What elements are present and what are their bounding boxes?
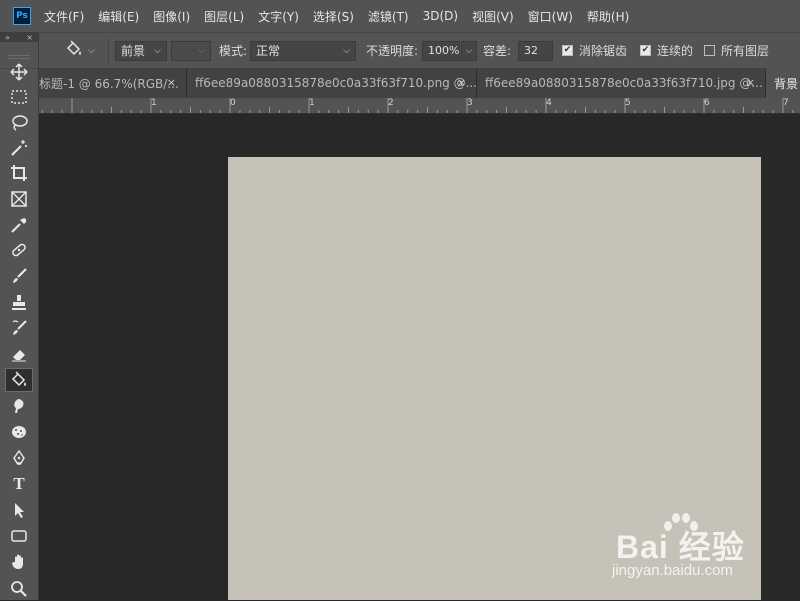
marquee-tool-icon[interactable] bbox=[5, 85, 33, 109]
all-layers-label: 所有图层 bbox=[721, 44, 770, 58]
chevron-down-icon: ⌵ bbox=[154, 45, 161, 56]
chevron-down-icon: ⌵ bbox=[198, 45, 205, 56]
menu-view[interactable]: 视图(V) bbox=[465, 8, 521, 25]
tab-label: ff6ee89a0880315878e0c0a33f63f710.png @..… bbox=[195, 76, 477, 90]
blend-mode-dropdown[interactable]: 正常 ⌵ bbox=[250, 40, 356, 61]
pen-tool-icon[interactable] bbox=[5, 446, 33, 470]
fill-source-value: 前景 bbox=[121, 44, 146, 58]
menu-window[interactable]: 窗口(W) bbox=[521, 8, 580, 25]
ruler-label: 4 bbox=[546, 98, 552, 108]
ruler-label: 0 bbox=[230, 98, 236, 108]
anti-alias-checkbox[interactable]: ✔ bbox=[562, 45, 573, 56]
ruler-label: 1 bbox=[309, 98, 315, 108]
document-tab-bar: 标题-1 @ 66.7%(RGB/... × ff6ee89a088031587… bbox=[39, 68, 800, 98]
tab-document-active[interactable]: 背景 bbox=[766, 68, 800, 98]
contiguous-label: 连续的 bbox=[657, 44, 694, 58]
tab-label: 背景 bbox=[774, 76, 799, 91]
menu-filter[interactable]: 滤镜(T) bbox=[361, 8, 416, 25]
menu-bar: Ps 文件(F) 编辑(E) 图像(I) 图层(L) 文字(Y) 选择(S) 滤… bbox=[0, 0, 800, 32]
crop-tool-icon[interactable] bbox=[5, 161, 33, 185]
healing-tool-icon[interactable] bbox=[5, 238, 33, 262]
brush-tool-icon[interactable] bbox=[5, 264, 33, 288]
ruler-label: 3 bbox=[467, 98, 473, 108]
blend-mode-value: 正常 bbox=[256, 44, 281, 58]
pattern-picker[interactable]: ⌵ bbox=[171, 40, 211, 61]
close-icon[interactable]: × bbox=[167, 76, 176, 89]
opacity-dropdown-button[interactable]: ⌵ bbox=[461, 40, 477, 61]
frame-tool-icon[interactable] bbox=[5, 187, 33, 211]
ruler-label: 2 bbox=[388, 98, 394, 108]
eyedropper-tool-icon[interactable] bbox=[5, 213, 33, 237]
path-selection-tool-icon[interactable] bbox=[5, 498, 33, 522]
ruler-label: 6 bbox=[704, 98, 710, 108]
type-tool-icon[interactable]: T bbox=[5, 472, 33, 496]
options-bar: ⌵ 前景 ⌵ ⌵ 模式: 正常 ⌵ 不透明度: 100% ⌵ 容差: 32 ✔ … bbox=[0, 32, 800, 68]
zoom-tool-icon[interactable] bbox=[5, 577, 33, 601]
separator bbox=[108, 39, 109, 63]
chevron-down-icon: ⌵ bbox=[88, 45, 95, 56]
contiguous-checkbox[interactable]: ✔ bbox=[640, 45, 651, 56]
eraser-tool-icon[interactable] bbox=[5, 342, 33, 366]
rectangle-tool-icon[interactable] bbox=[5, 524, 33, 548]
mode-label: 模式: bbox=[219, 44, 248, 58]
lasso-tool-icon[interactable] bbox=[5, 111, 33, 135]
photoshop-logo-icon: Ps bbox=[13, 7, 31, 25]
hand-tool-icon[interactable] bbox=[5, 550, 33, 574]
contiguous-option[interactable]: ✔ 连续的 bbox=[640, 33, 693, 68]
magic-wand-tool-icon[interactable] bbox=[5, 136, 33, 160]
menu-help[interactable]: 帮助(H) bbox=[580, 8, 636, 25]
anti-alias-label: 消除锯齿 bbox=[579, 44, 628, 58]
stamp-tool-icon[interactable] bbox=[5, 290, 33, 314]
fill-source-dropdown[interactable]: 前景 ⌵ bbox=[115, 40, 167, 61]
move-tool-icon[interactable] bbox=[5, 60, 33, 84]
history-brush-tool-icon[interactable] bbox=[5, 316, 33, 340]
menu-3d[interactable]: 3D(D) bbox=[416, 9, 465, 23]
menu-select[interactable]: 选择(S) bbox=[306, 8, 361, 25]
chevron-down-icon: ⌵ bbox=[465, 45, 473, 56]
all-layers-option[interactable]: ✔ 所有图层 bbox=[704, 33, 769, 68]
watermark-url: jingyan.baidu.com bbox=[612, 562, 733, 579]
all-layers-checkbox[interactable]: ✔ bbox=[704, 45, 715, 56]
ruler-label: 5 bbox=[625, 98, 631, 108]
menu-edit[interactable]: 编辑(E) bbox=[91, 8, 146, 25]
close-icon[interactable]: × bbox=[26, 33, 33, 42]
opacity-input[interactable]: 100% bbox=[422, 40, 460, 61]
tab-document-3[interactable]: ff6ee89a0880315878e0c0a33f63f710.jpg @..… bbox=[477, 68, 766, 98]
tolerance-label: 容差: bbox=[483, 44, 512, 58]
tab-label: 标题-1 @ 66.7%(RGB/... bbox=[39, 76, 179, 91]
menu-file[interactable]: 文件(F) bbox=[37, 8, 91, 25]
tab-label: ff6ee89a0880315878e0c0a33f63f710.jpg @..… bbox=[485, 76, 763, 90]
ruler-label: 7 bbox=[783, 98, 789, 108]
opacity-label: 不透明度: bbox=[366, 44, 419, 58]
menu-image[interactable]: 图像(I) bbox=[146, 8, 197, 25]
paint-bucket-tool-icon[interactable] bbox=[5, 368, 33, 392]
horizontal-ruler[interactable]: 1 0 1 2 3 4 5 6 7 bbox=[39, 98, 800, 114]
menu-layer[interactable]: 图层(L) bbox=[197, 8, 251, 25]
close-icon[interactable]: × bbox=[746, 76, 755, 89]
tools-panel-header: » × bbox=[0, 32, 38, 42]
tools-panel: » × T bbox=[0, 32, 39, 600]
close-icon[interactable]: × bbox=[457, 76, 466, 89]
baidu-jingyan-watermark: Bai 经验 jingyan.baidu.com bbox=[606, 512, 766, 584]
sponge-tool-icon[interactable] bbox=[5, 420, 33, 444]
tab-document-1[interactable]: 标题-1 @ 66.7%(RGB/... × bbox=[39, 68, 187, 98]
paint-bucket-icon bbox=[64, 40, 84, 61]
chevron-down-icon: ⌵ bbox=[343, 45, 350, 56]
menu-type[interactable]: 文字(Y) bbox=[251, 8, 306, 25]
tolerance-input[interactable]: 32 bbox=[518, 40, 553, 61]
collapse-icon[interactable]: » bbox=[5, 33, 10, 42]
anti-alias-option[interactable]: ✔ 消除锯齿 bbox=[562, 33, 627, 68]
tool-preset-picker[interactable]: ⌵ bbox=[64, 33, 95, 68]
blur-tool-icon[interactable] bbox=[5, 394, 33, 418]
ruler-label: 1 bbox=[151, 98, 157, 108]
tab-document-2[interactable]: ff6ee89a0880315878e0c0a33f63f710.png @..… bbox=[187, 68, 477, 98]
